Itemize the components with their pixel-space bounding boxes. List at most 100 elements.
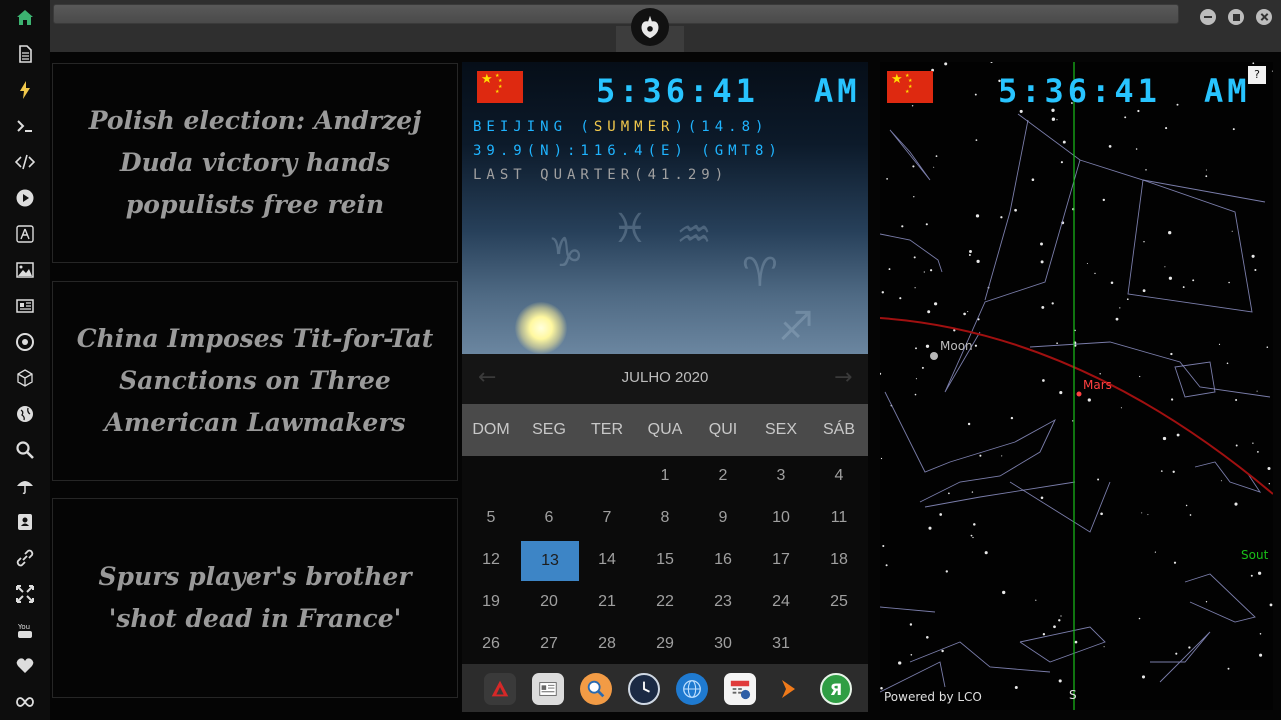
- calendar-day[interactable]: 19: [462, 582, 520, 622]
- calendar-day[interactable]: 10: [752, 498, 810, 538]
- star: [913, 256, 916, 259]
- star: [1040, 260, 1044, 264]
- calendar-day[interactable]: 17: [752, 540, 810, 580]
- calendar-day[interactable]: 1: [636, 456, 694, 496]
- calendar-day[interactable]: 24: [752, 582, 810, 622]
- calendar-day[interactable]: 26: [462, 624, 520, 664]
- translate-icon[interactable]: [13, 222, 37, 246]
- calendar-weekdays: DOM SEG TER QUA QUI SEX SÁB: [462, 404, 868, 456]
- star: [899, 297, 902, 300]
- calendar-day[interactable]: 18: [810, 540, 868, 580]
- star: [944, 62, 948, 66]
- calendar-day[interactable]: 25: [810, 582, 868, 622]
- image-icon[interactable]: [13, 258, 37, 282]
- calendar-day[interactable]: 15: [636, 540, 694, 580]
- calendar-day[interactable]: 31: [752, 624, 810, 664]
- fullscreen-icon[interactable]: [13, 582, 37, 606]
- star: [1252, 62, 1255, 65]
- maximize-button[interactable]: [1228, 9, 1244, 25]
- calendar-day[interactable]: 6: [520, 498, 578, 538]
- star: [1051, 302, 1054, 305]
- minimize-button[interactable]: [1200, 9, 1216, 25]
- calendar-day[interactable]: 2: [694, 456, 752, 496]
- star: [1259, 633, 1262, 635]
- link-icon[interactable]: [13, 546, 37, 570]
- play-icon[interactable]: [13, 186, 37, 210]
- news-app-icon[interactable]: [532, 673, 564, 705]
- constellation-line: [889, 129, 931, 181]
- address-bar[interactable]: [53, 4, 1179, 24]
- star: [1137, 109, 1140, 113]
- star: [898, 661, 902, 665]
- sky-map[interactable]: [880, 62, 1273, 710]
- help-button[interactable]: ?: [1248, 66, 1266, 84]
- calendar-day[interactable]: 12: [462, 540, 520, 580]
- yandex-app-icon[interactable]: Я: [820, 673, 852, 705]
- calendar-day[interactable]: 3: [752, 456, 810, 496]
- moon-marker: [930, 352, 938, 360]
- calendar-day[interactable]: 16: [694, 540, 752, 580]
- calendar-next-button[interactable]: →: [834, 365, 852, 390]
- document-icon[interactable]: [13, 42, 37, 66]
- calendar-day[interactable]: 29: [636, 624, 694, 664]
- calendar-day[interactable]: 27: [520, 624, 578, 664]
- weekday-label: SEG: [532, 421, 566, 438]
- triangle-app-icon[interactable]: [484, 673, 516, 705]
- contacts-icon[interactable]: [13, 510, 37, 534]
- calendar-day[interactable]: 20: [520, 582, 578, 622]
- news-card[interactable]: Spurs player's brother 'shot dead in Fra…: [52, 498, 458, 698]
- star: [1257, 451, 1259, 453]
- cube-icon[interactable]: [13, 366, 37, 390]
- clock-app-icon[interactable]: [628, 673, 660, 705]
- news-card[interactable]: Polish election: Andrzej Duda victory ha…: [52, 63, 458, 263]
- arrow-app-icon[interactable]: [772, 673, 804, 705]
- settings-wheel-icon[interactable]: [13, 330, 37, 354]
- china-flag-icon: ★ ★ ★ ★ ★: [477, 71, 523, 103]
- infinity-icon[interactable]: [13, 690, 37, 714]
- terminal-icon[interactable]: [13, 114, 37, 138]
- star: [910, 654, 913, 656]
- calendar-day[interactable]: 9: [694, 498, 752, 538]
- star: [1170, 398, 1174, 401]
- youtube-icon[interactable]: You: [13, 618, 37, 642]
- constellation-line: [1127, 179, 1253, 313]
- calendar-day[interactable]: 28: [578, 624, 636, 664]
- bolt-icon[interactable]: [13, 78, 37, 102]
- constellation-line: [1150, 631, 1211, 683]
- calendar-day[interactable]: 30: [694, 624, 752, 664]
- umbrella-icon[interactable]: [13, 474, 37, 498]
- calendar-day[interactable]: 5: [462, 498, 520, 538]
- close-button[interactable]: [1256, 9, 1272, 25]
- calendar-day[interactable]: 23: [694, 582, 752, 622]
- calendar-day[interactable]: 4: [810, 456, 868, 496]
- calendar-day[interactable]: 21: [578, 582, 636, 622]
- app-dock: Я: [462, 664, 868, 712]
- star: [915, 347, 917, 350]
- calendar-day-today[interactable]: 13: [521, 541, 579, 581]
- newspaper-icon[interactable]: [13, 294, 37, 318]
- calendar-day[interactable]: 14: [578, 540, 636, 580]
- heart-icon[interactable]: [13, 654, 37, 678]
- star: [969, 250, 972, 253]
- search-icon[interactable]: [13, 438, 37, 462]
- clock-time: 5:36:41: [596, 72, 759, 110]
- star: [929, 269, 933, 272]
- calendar-day[interactable]: 8: [636, 498, 694, 538]
- calendar-day[interactable]: 7: [578, 498, 636, 538]
- star: [1256, 390, 1258, 392]
- globe-icon[interactable]: [13, 402, 37, 426]
- news-card[interactable]: China Imposes Tit-for-Tat Sanctions on T…: [52, 281, 458, 481]
- rebel-alliance-logo[interactable]: [631, 8, 669, 46]
- calendar-day[interactable]: 22: [636, 582, 694, 622]
- star: [973, 523, 976, 526]
- calendar-day[interactable]: 11: [810, 498, 868, 538]
- star: [1172, 470, 1175, 473]
- home-icon[interactable]: [13, 6, 37, 30]
- calendar-app-icon[interactable]: [724, 673, 756, 705]
- star: [1059, 391, 1063, 395]
- code-icon[interactable]: [13, 150, 37, 174]
- constellation-line: [1029, 341, 1271, 398]
- globe-app-icon[interactable]: [676, 673, 708, 705]
- search-app-icon[interactable]: [580, 673, 612, 705]
- star: [1108, 145, 1112, 148]
